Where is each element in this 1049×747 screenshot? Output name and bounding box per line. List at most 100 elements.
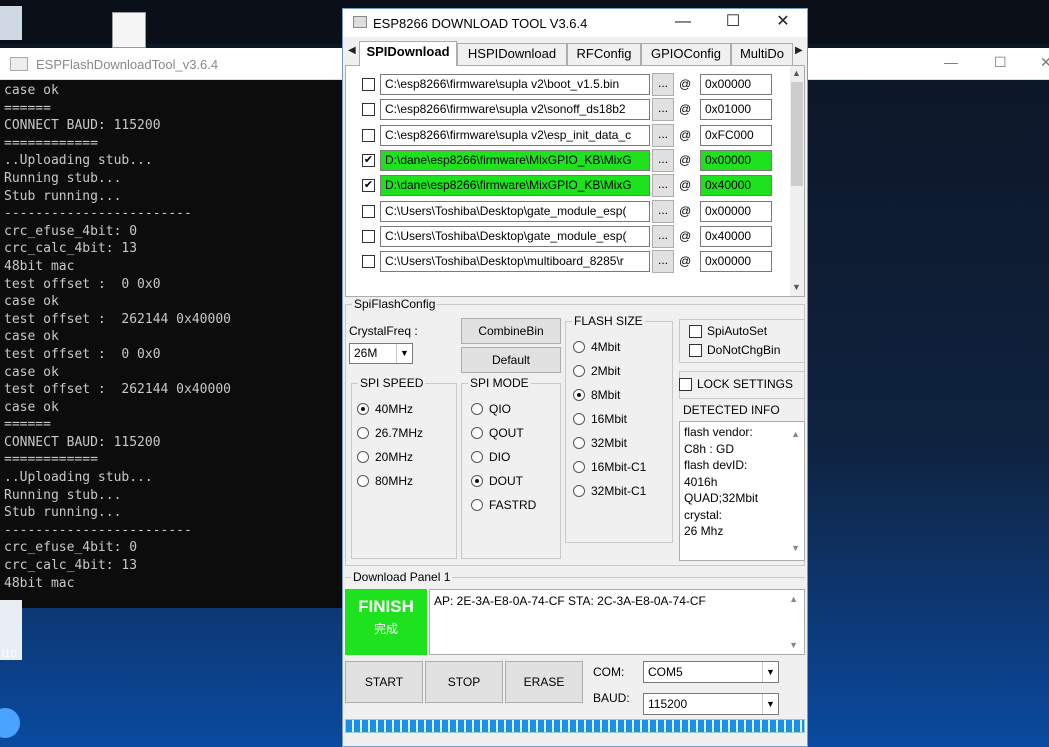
maximize-icon[interactable]: ☐ xyxy=(994,54,1007,71)
do-not-chg-bin-checkbox[interactable] xyxy=(689,344,702,357)
file-address-input[interactable]: 0x01000 xyxy=(700,99,772,121)
browse-button[interactable]: ... xyxy=(652,174,674,198)
spi-mode-radio[interactable] xyxy=(471,427,483,439)
spi-mode-radio[interactable] xyxy=(471,475,483,487)
spi-mode-radio[interactable] xyxy=(471,499,483,511)
browse-button[interactable]: ... xyxy=(652,148,674,172)
file-enable-checkbox[interactable] xyxy=(362,103,375,117)
scroll-down-icon[interactable]: ▼ xyxy=(789,640,798,650)
file-path-input[interactable]: C:\Users\Toshiba\Desktop\gate_module_esp… xyxy=(380,200,650,222)
desktop-icon[interactable] xyxy=(0,6,22,40)
file-enable-checkbox[interactable]: ✔ xyxy=(362,153,375,167)
browse-button[interactable]: ... xyxy=(652,123,674,147)
minimize-icon[interactable]: — xyxy=(663,12,703,34)
file-row: C:\esp8266\firmware\supla v2\esp_init_da… xyxy=(346,123,786,147)
tab-hspidownload[interactable]: HSPIDownload xyxy=(457,43,567,65)
file-enable-checkbox[interactable]: ✔ xyxy=(362,179,375,193)
browse-button[interactable]: ... xyxy=(652,199,674,223)
spi-speed-radio[interactable] xyxy=(357,403,369,415)
desktop-icon[interactable] xyxy=(112,12,146,48)
lock-settings-checkbox[interactable] xyxy=(679,378,692,391)
download-tool-window: ESP8266 DOWNLOAD TOOL V3.6.4 — ☐ ✕ ◀ SPI… xyxy=(342,8,808,747)
browse-button[interactable]: ... xyxy=(652,250,674,274)
scroll-down-icon[interactable]: ▼ xyxy=(792,282,801,292)
browse-button[interactable]: ... xyxy=(652,224,674,248)
scroll-up-icon[interactable]: ▲ xyxy=(792,68,801,78)
file-address-input[interactable]: 0x00000 xyxy=(700,251,772,273)
scrollbar-thumb[interactable] xyxy=(791,82,803,186)
file-address-input[interactable]: 0x40000 xyxy=(700,225,772,247)
flash-size-radio[interactable] xyxy=(573,413,585,425)
close-icon[interactable]: ✕ xyxy=(1040,54,1049,71)
spi-mode-label: QIO xyxy=(489,402,512,416)
baud-rate-select[interactable]: 115200 ▼ xyxy=(643,693,779,715)
spi-mode-radio[interactable] xyxy=(471,403,483,415)
file-enable-checkbox[interactable] xyxy=(362,255,375,269)
tab-multidownload[interactable]: MultiDo xyxy=(731,43,793,65)
flash-size-radio[interactable] xyxy=(573,341,585,353)
tab-gpioconfig[interactable]: GPIOConfig xyxy=(641,43,731,65)
file-enable-checkbox[interactable] xyxy=(362,78,375,91)
file-row: ✔ D:\dane\esp8266\firmware\MixGPIO_KB\Mix… xyxy=(346,173,786,198)
detected-info-line: 4016h xyxy=(684,474,718,489)
default-button[interactable]: Default xyxy=(461,347,561,373)
detected-info-line: flash devID: xyxy=(684,458,748,472)
at-label: @ xyxy=(679,102,692,117)
flash-size-radio[interactable] xyxy=(573,437,585,449)
spi-mode-radio[interactable] xyxy=(471,451,483,463)
file-path-input[interactable]: C:\Users\Toshiba\Desktop\multiboard_8285… xyxy=(380,251,650,273)
file-address-input[interactable]: 0x00000 xyxy=(700,74,772,95)
start-button[interactable]: START xyxy=(345,661,423,703)
flash-size-label: 2Mbit xyxy=(591,364,621,378)
scroll-up-icon[interactable]: ▲ xyxy=(789,594,798,604)
file-address-input[interactable]: 0xFC000 xyxy=(700,124,772,146)
minimize-icon[interactable]: — xyxy=(944,54,958,70)
spi-mode-label: FASTRD xyxy=(489,498,537,512)
file-path-input[interactable]: D:\dane\esp8266\firmware\MixGPIO_KB\MixG xyxy=(380,175,650,197)
spi-speed-label: 40MHz xyxy=(375,402,414,416)
spi-speed-label: 80MHz xyxy=(375,474,414,488)
flash-size-radio[interactable] xyxy=(573,389,585,401)
at-label: @ xyxy=(679,203,692,218)
maximize-icon[interactable]: ☐ xyxy=(713,12,753,34)
file-enable-checkbox[interactable] xyxy=(362,204,375,218)
tab-scroll-left-icon[interactable]: ◀ xyxy=(348,45,356,56)
file-enable-checkbox[interactable] xyxy=(362,128,375,142)
spi-speed-radio[interactable] xyxy=(357,451,369,463)
file-path-input[interactable]: C:\esp8266\firmware\supla v2\boot_v1.5.b… xyxy=(380,74,650,95)
download-progress-bar xyxy=(345,719,805,733)
spi-speed-radio[interactable] xyxy=(357,475,369,487)
console-line: case ok xyxy=(4,364,59,380)
crystal-freq-select[interactable]: 26M ▼ xyxy=(349,343,413,364)
console-line: case ok xyxy=(4,329,59,345)
spi-speed-radio[interactable] xyxy=(357,427,369,439)
file-path-input[interactable]: C:\esp8266\firmware\supla v2\sonoff_ds18… xyxy=(380,99,650,121)
com-port-select[interactable]: COM5 ▼ xyxy=(643,661,779,683)
flash-size-radio[interactable] xyxy=(573,461,585,473)
scroll-up-icon[interactable]: ▲ xyxy=(791,426,800,443)
flash-size-radio[interactable] xyxy=(573,485,585,497)
browse-button[interactable]: ... xyxy=(652,73,674,96)
erase-button[interactable]: ERASE xyxy=(505,661,583,703)
file-path-input[interactable]: D:\dane\esp8266\firmware\MixGPIO_KB\MixG xyxy=(380,149,650,171)
browse-button[interactable]: ... xyxy=(652,98,674,122)
spi-auto-set-checkbox[interactable] xyxy=(689,325,702,338)
file-enable-checkbox[interactable] xyxy=(362,229,375,243)
file-address-input[interactable]: 0x40000 xyxy=(700,175,772,197)
file-list-scrollbar[interactable]: ▲ ▼ xyxy=(790,66,804,296)
file-address-input[interactable]: 0x00000 xyxy=(700,149,772,171)
app-icon xyxy=(10,57,28,71)
tab-rfconfig[interactable]: RFConfig xyxy=(567,43,641,65)
stop-button[interactable]: STOP xyxy=(425,661,503,703)
flash-size-radio[interactable] xyxy=(573,365,585,377)
spi-mode-label: DIO xyxy=(489,450,511,464)
file-path-input[interactable]: C:\esp8266\firmware\supla v2\esp_init_da… xyxy=(380,124,650,146)
file-path-input[interactable]: C:\Users\Toshiba\Desktop\gate_module_esp… xyxy=(380,225,650,247)
com-label: COM: xyxy=(593,665,625,679)
tab-spidownload[interactable]: SPIDownload xyxy=(359,41,457,66)
tab-scroll-right-icon[interactable]: ▶ xyxy=(795,45,803,56)
file-address-input[interactable]: 0x00000 xyxy=(700,200,772,222)
close-icon[interactable]: ✕ xyxy=(763,12,803,34)
combine-bin-button[interactable]: CombineBin xyxy=(461,318,561,344)
scroll-down-icon[interactable]: ▼ xyxy=(791,540,800,557)
